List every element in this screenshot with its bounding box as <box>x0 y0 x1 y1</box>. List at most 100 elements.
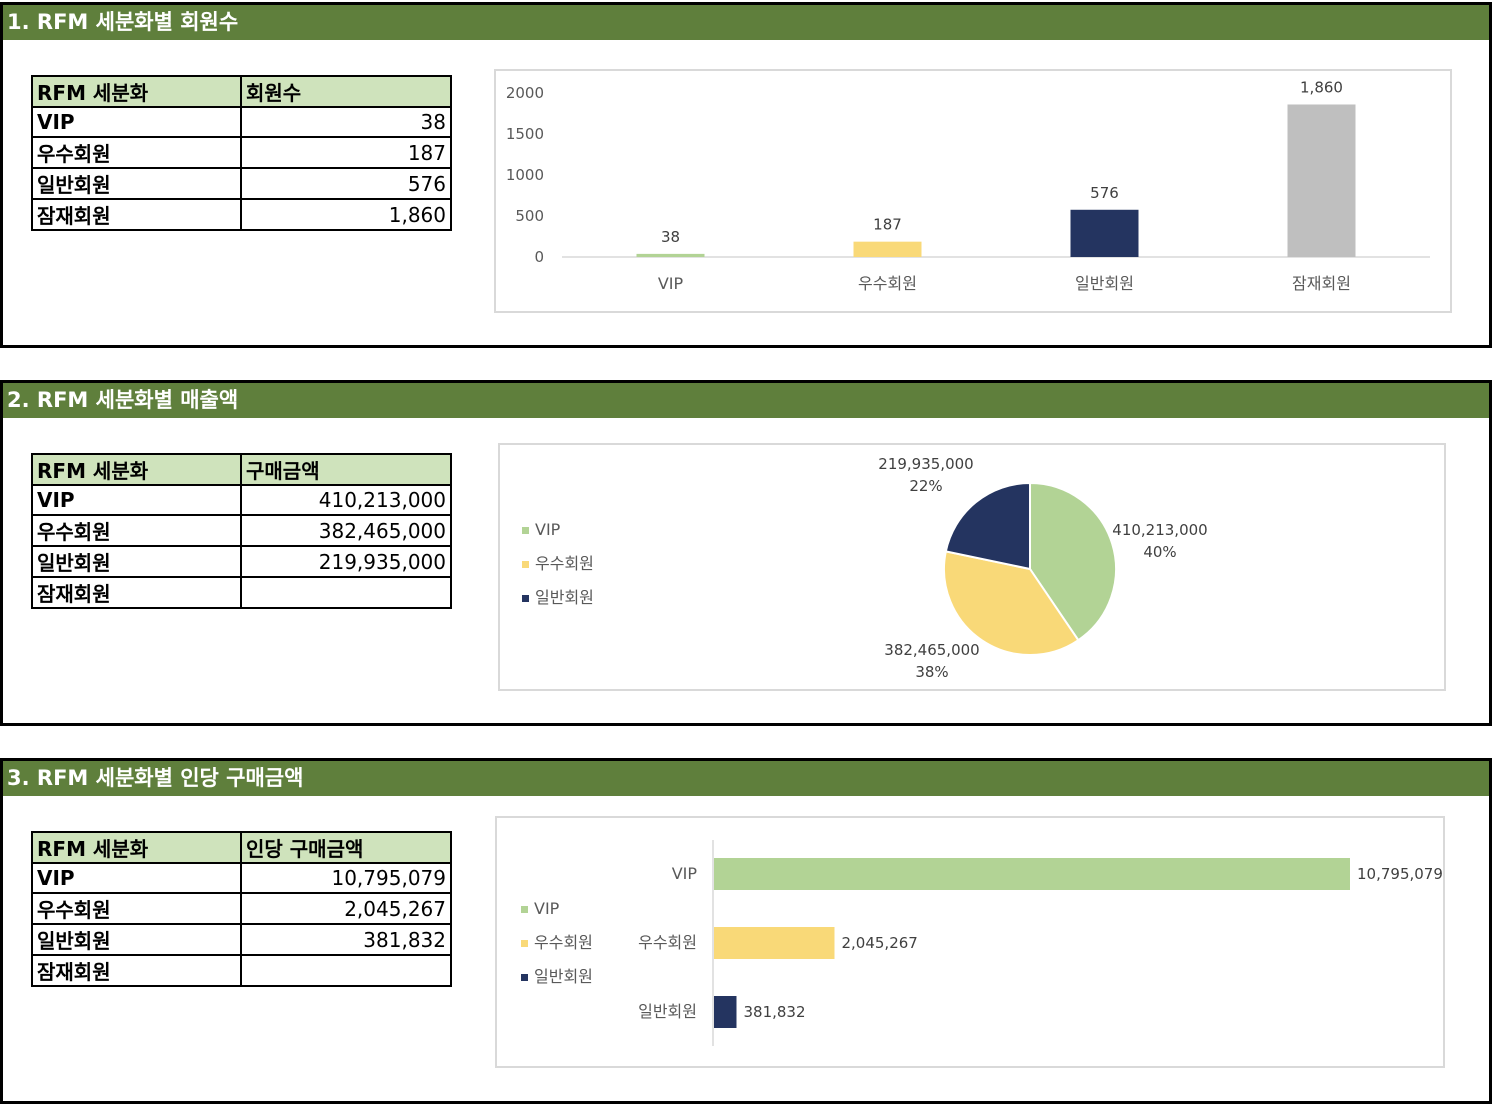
row-label: 우수회원 <box>31 514 242 547</box>
row-label: 잠재회원 <box>31 198 242 231</box>
section-title: 2. RFM 세분화별 매출액 <box>3 383 1489 418</box>
table-row: 일반회원 219,935,000 <box>31 545 452 578</box>
row-label: 잠재회원 <box>31 576 242 609</box>
table-header-row: RFM 세분화 구매금액 <box>31 453 452 486</box>
legend-marker <box>522 595 529 602</box>
bar <box>714 927 835 959</box>
y-tick-label: 0 <box>534 248 544 266</box>
per-capita-table: RFM 세분화 인당 구매금액 VIP 10,795,079 우수회원 2,04… <box>31 831 452 987</box>
section-title: 3. RFM 세분화별 인당 구매금액 <box>3 761 1489 796</box>
member-count-bar-chart: 0 500 1000 1500 2000 38 VIP 187 우수회원 576 일반회원 1,860… <box>506 78 1430 293</box>
table-row: VIP 38 <box>31 106 452 138</box>
data-label: 576 <box>1090 184 1119 202</box>
column-header: RFM 세분화 <box>31 453 242 486</box>
slice-percent-label: 40% <box>1143 543 1176 561</box>
row-label: VIP <box>31 484 242 516</box>
bar <box>1070 209 1139 257</box>
legend-marker <box>522 561 529 568</box>
y-tick-label: 500 <box>515 207 544 225</box>
row-label: VIP <box>31 106 242 138</box>
table-row: 잠재회원 <box>31 576 452 609</box>
legend-label: VIP <box>534 899 560 918</box>
row-value: 410,213,000 <box>240 484 452 516</box>
data-label: 381,832 <box>743 1003 805 1021</box>
column-header: RFM 세분화 <box>31 831 242 864</box>
row-value: 219,935,000 <box>240 545 452 578</box>
table-row: 잠재회원 1,860 <box>31 198 452 231</box>
per-capita-hbar-chart: 10,795,079 VIP 2,045,267 우수회원 381,832 일반회원 VIP… <box>521 840 1443 1046</box>
slice-percent-label: 22% <box>909 477 942 495</box>
row-value: 1,860 <box>240 198 452 231</box>
data-label: 187 <box>873 216 902 234</box>
member-count-table: RFM 세분화 회원수 VIP 38 우수회원 187 일반회원 576 잠재회… <box>31 75 452 231</box>
legend-label: 우수회원 <box>535 554 594 573</box>
legend-label: 우수회원 <box>534 933 593 952</box>
y-tick-label: 일반회원 <box>638 1002 697 1021</box>
row-value: 187 <box>240 136 452 169</box>
legend-marker <box>521 974 528 981</box>
row-label: 잠재회원 <box>31 954 242 987</box>
table-row: 잠재회원 <box>31 954 452 987</box>
per-capita-chart: 10,795,079 VIP 2,045,267 우수회원 381,832 일반회원 VIP… <box>495 816 1445 1068</box>
row-value: 382,465,000 <box>240 514 452 547</box>
slice-value-label: 410,213,000 <box>1112 521 1207 539</box>
row-value: 381,832 <box>240 923 452 956</box>
data-label: 2,045,267 <box>841 934 917 952</box>
revenue-chart: 410,213,000 40% 382,465,000 38% 219,935,000 2… <box>498 443 1446 691</box>
legend-marker <box>521 906 528 913</box>
row-label: VIP <box>31 862 242 894</box>
bar <box>636 253 705 257</box>
table-row: 우수회원 2,045,267 <box>31 892 452 925</box>
table-row: 일반회원 381,832 <box>31 923 452 956</box>
row-value: 2,045,267 <box>240 892 452 925</box>
table-row: 우수회원 187 <box>31 136 452 169</box>
section-revenue: 2. RFM 세분화별 매출액 RFM 세분화 구매금액 VIP 410,213… <box>0 380 1492 726</box>
bar <box>853 241 922 257</box>
data-label: 38 <box>661 228 680 246</box>
y-tick-label: 1500 <box>506 125 544 143</box>
column-header: RFM 세분화 <box>31 75 242 108</box>
table-row: 일반회원 576 <box>31 167 452 200</box>
slice-value-label: 219,935,000 <box>878 455 973 473</box>
table-row: VIP 10,795,079 <box>31 862 452 894</box>
row-value: 10,795,079 <box>240 862 452 894</box>
row-value: 38 <box>240 106 452 138</box>
row-label: 일반회원 <box>31 545 242 578</box>
section-per-capita: 3. RFM 세분화별 인당 구매금액 RFM 세분화 인당 구매금액 VIP … <box>0 758 1492 1104</box>
legend-label: VIP <box>535 520 561 539</box>
legend-label: 일반회원 <box>535 588 594 607</box>
table-header-row: RFM 세분화 인당 구매금액 <box>31 831 452 864</box>
row-label: 우수회원 <box>31 892 242 925</box>
section-title: 1. RFM 세분화별 회원수 <box>3 5 1489 40</box>
revenue-table: RFM 세분화 구매금액 VIP 410,213,000 우수회원 382,46… <box>31 453 452 609</box>
row-value <box>240 576 452 609</box>
legend-marker <box>521 940 528 947</box>
column-header: 구매금액 <box>240 453 452 486</box>
table-header-row: RFM 세분화 회원수 <box>31 75 452 108</box>
row-label: 우수회원 <box>31 136 242 169</box>
legend-marker <box>522 527 529 534</box>
row-label: 일반회원 <box>31 923 242 956</box>
bar <box>714 996 737 1028</box>
slice-percent-label: 38% <box>915 663 948 681</box>
bar <box>1287 104 1356 257</box>
column-header: 인당 구매금액 <box>240 831 452 864</box>
row-value <box>240 954 452 987</box>
legend-label: 일반회원 <box>534 967 593 986</box>
y-tick-label: 1000 <box>506 166 544 184</box>
x-tick-label: 우수회원 <box>858 274 917 293</box>
x-tick-label: 일반회원 <box>1075 274 1134 293</box>
member-count-chart: 0 500 1000 1500 2000 38 VIP 187 우수회원 576 일반회원 1,860… <box>494 69 1452 313</box>
row-label: 일반회원 <box>31 167 242 200</box>
bar <box>714 858 1350 890</box>
data-label: 10,795,079 <box>1357 865 1443 883</box>
section-member-count: 1. RFM 세분화별 회원수 RFM 세분화 회원수 VIP 38 우수회원 … <box>0 2 1492 348</box>
revenue-pie-chart: 410,213,000 40% 382,465,000 38% 219,935,000 2… <box>522 455 1208 681</box>
table-row: 우수회원 382,465,000 <box>31 514 452 547</box>
row-value: 576 <box>240 167 452 200</box>
x-tick-label: VIP <box>658 274 684 293</box>
y-tick-label: 2000 <box>506 84 544 102</box>
y-tick-label: 우수회원 <box>638 933 697 952</box>
table-row: VIP 410,213,000 <box>31 484 452 516</box>
slice-value-label: 382,465,000 <box>884 641 979 659</box>
